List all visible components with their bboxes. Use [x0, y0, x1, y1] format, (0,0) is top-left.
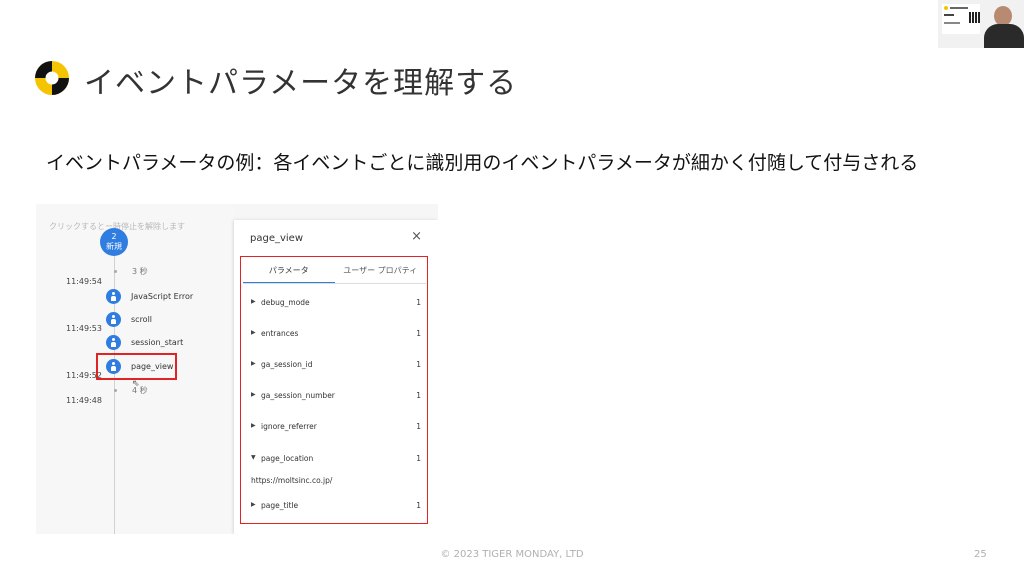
page-number: 25 — [974, 549, 987, 560]
expand-arrow-icon: ▶ — [251, 360, 256, 367]
timeline-gap: 4 秒 — [114, 386, 148, 395]
event-scroll[interactable]: scroll — [106, 311, 152, 327]
user-event-icon — [106, 311, 121, 327]
page-location-value: https://moltsinc.co.jp/ — [251, 476, 333, 485]
param-row-ga-session-number[interactable]: ▶ ga_session_number 1 — [251, 390, 421, 404]
expand-arrow-icon: ▶ — [251, 422, 256, 429]
expand-arrow-icon: ▶ — [251, 501, 256, 508]
timeline-time: 11:49:52 — [66, 371, 102, 380]
parameters-highlight-box: パラメータ ユーザー プロパティ ▶ debug_mode 1 ▶ entran… — [240, 256, 428, 524]
event-detail-panel: page_view × パラメータ ユーザー プロパティ ▶ debug_mod… — [234, 220, 438, 534]
param-row-page-title[interactable]: ▶ page_title 1 — [251, 500, 421, 514]
business-card-image — [942, 4, 980, 34]
presenter-head — [994, 6, 1012, 26]
page-view-highlight-box — [96, 353, 177, 380]
event-timeline: クリックするとー時停止を解除します 2 新規 3 秒 11:49:54 Java… — [36, 204, 234, 534]
presenter-body — [984, 24, 1024, 48]
timeline-gap: 3 秒 — [114, 267, 148, 276]
expand-arrow-icon: ▶ — [251, 298, 256, 305]
timeline-time: 11:49:53 — [66, 324, 102, 333]
param-row-entrances[interactable]: ▶ entrances 1 — [251, 328, 421, 342]
close-icon[interactable]: × — [411, 229, 422, 244]
param-row-page-location[interactable]: ▼ page_location 1 — [251, 453, 421, 467]
timeline-time: 11:49:54 — [66, 277, 102, 286]
event-javascript-error[interactable]: JavaScript Error — [106, 288, 193, 304]
tab-user-properties[interactable]: ユーザー プロパティ — [335, 261, 427, 283]
collapse-arrow-icon: ▼ — [251, 454, 256, 461]
expand-arrow-icon: ▶ — [251, 329, 256, 336]
badge-label: 新規 — [106, 242, 122, 251]
event-label: scroll — [131, 314, 153, 324]
slide-title: イベントパラメータを理解する — [84, 66, 518, 101]
qr-code-icon — [969, 12, 980, 23]
param-row-debug-mode[interactable]: ▶ debug_mode 1 — [251, 297, 421, 311]
user-event-icon — [106, 334, 121, 350]
tab-parameters[interactable]: パラメータ — [243, 261, 335, 283]
new-user-badge[interactable]: 2 新規 — [100, 228, 128, 256]
debugview-screenshot: クリックするとー時停止を解除します 2 新規 3 秒 11:49:54 Java… — [36, 204, 438, 534]
expand-arrow-icon: ▶ — [251, 391, 256, 398]
user-event-icon — [106, 288, 121, 304]
panel-title: page_view — [250, 233, 304, 244]
slide-subtitle: イベントパラメータの例：各イベントごとに識別用のイベントパラメータが細かく付随し… — [46, 152, 919, 174]
badge-count: 2 — [111, 232, 117, 241]
param-row-ignore-referrer[interactable]: ▶ ignore_referrer 1 — [251, 421, 421, 435]
event-label: JavaScript Error — [131, 291, 194, 301]
timeline-time: 11:49:48 — [66, 396, 102, 405]
param-row-ga-session-id[interactable]: ▶ ga_session_id 1 — [251, 359, 421, 373]
tiger-monday-logo-icon — [35, 61, 69, 95]
panel-tabs: パラメータ ユーザー プロパティ — [243, 261, 426, 283]
copyright-footer: © 2023 TIGER MONDAY, LTD — [440, 549, 584, 560]
event-label: session_start — [131, 337, 184, 347]
event-session-start[interactable]: session_start — [106, 334, 183, 350]
presenter-webcam — [938, 0, 1024, 48]
